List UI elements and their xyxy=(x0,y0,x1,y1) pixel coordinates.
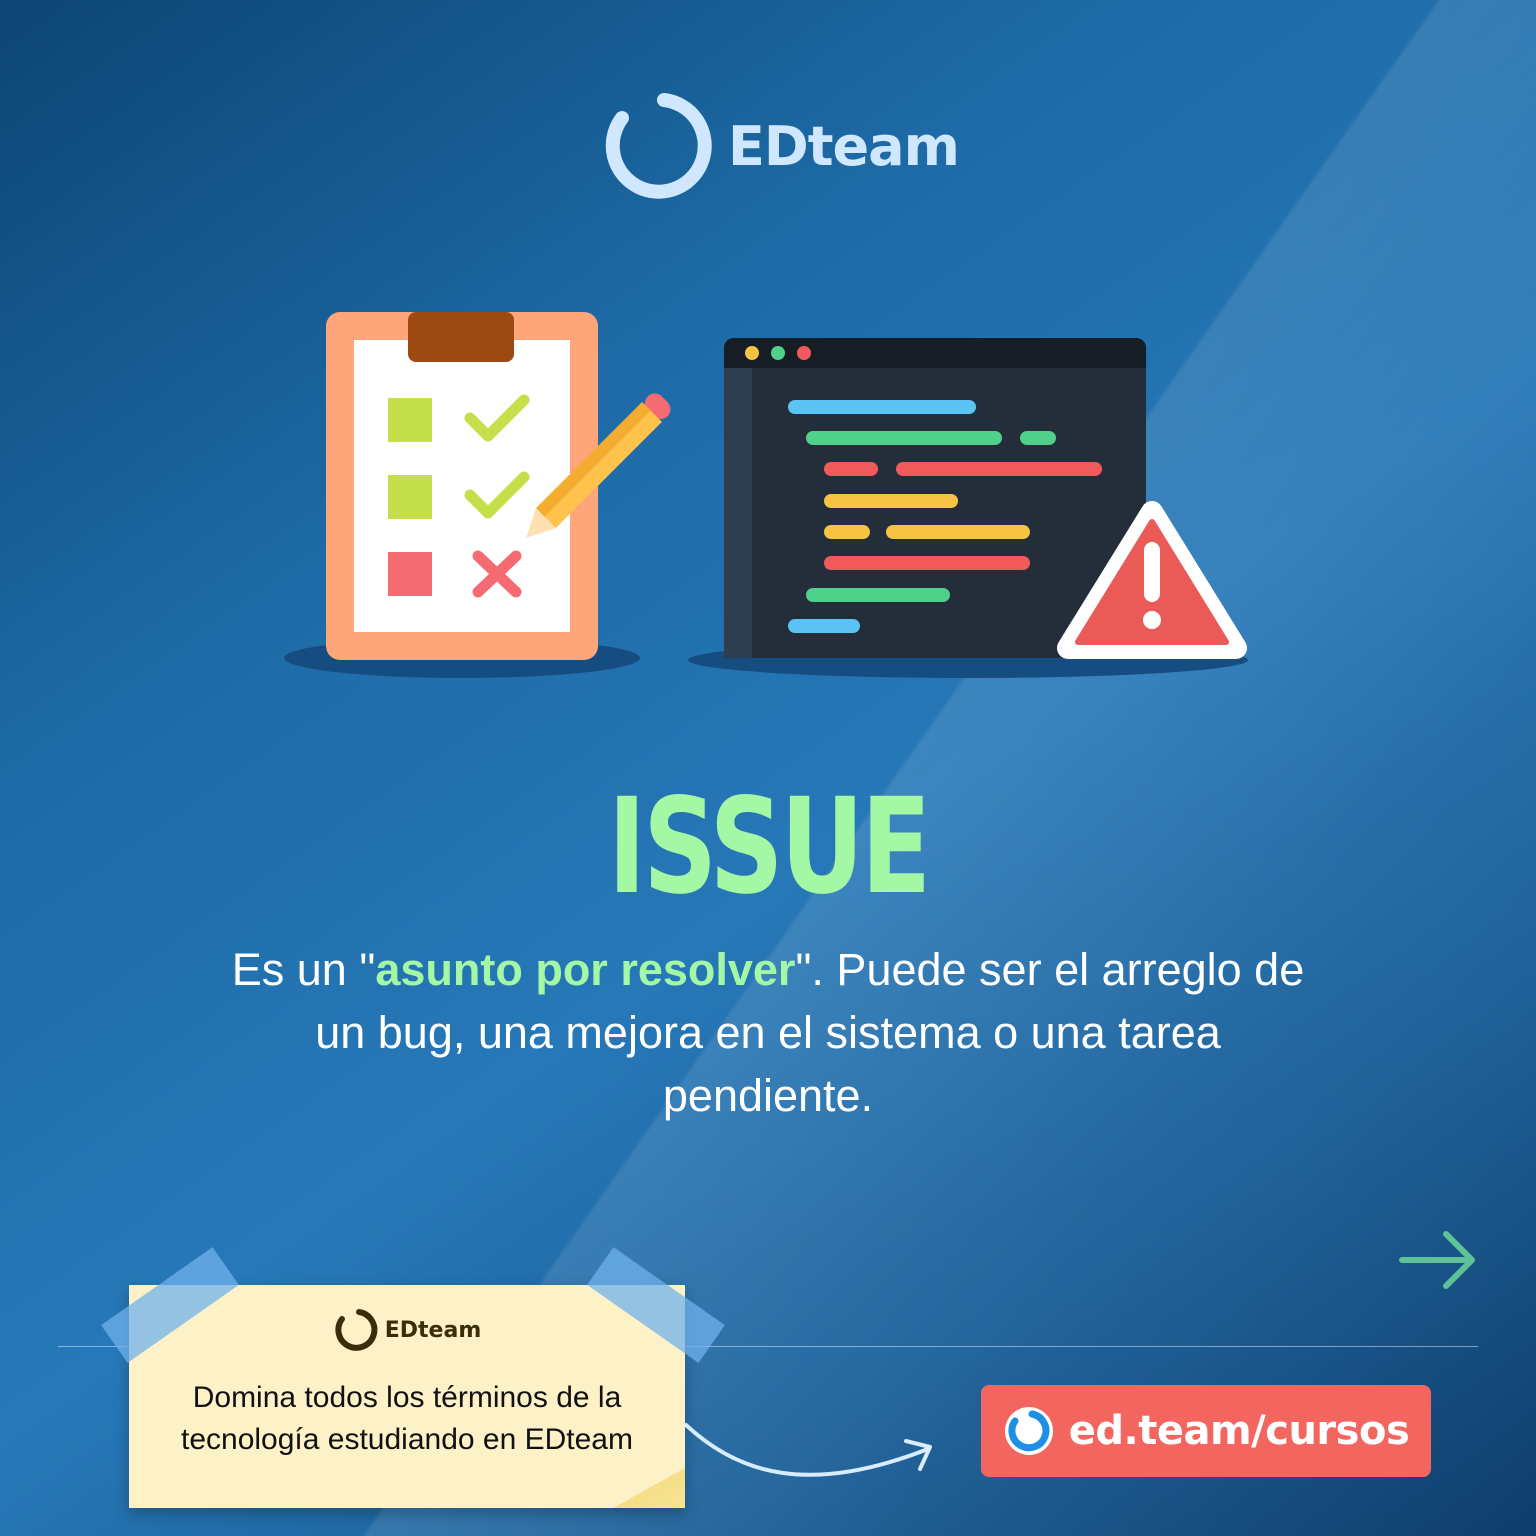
definition-highlight: asunto por resolver xyxy=(375,944,796,995)
arrow-right-icon[interactable] xyxy=(1398,1228,1480,1292)
courses-link-button[interactable]: ed.team/cursos xyxy=(981,1385,1431,1477)
curved-arrow-icon xyxy=(684,1423,932,1477)
definition-prefix: Es un " xyxy=(231,944,376,995)
illustration xyxy=(284,312,1248,678)
note-brand-name: EDteam xyxy=(384,1317,482,1343)
courses-link-label: ed.team/cursos xyxy=(1068,1408,1410,1454)
note-folded-corner xyxy=(613,1468,685,1508)
note-text: Domina todos los términos de la tecnolog… xyxy=(129,1377,685,1461)
edteam-ring-logo-icon xyxy=(1004,1407,1053,1455)
brand-logo: EDteam xyxy=(600,88,960,204)
sticky-note: EDteam Domina todos los términos de la t… xyxy=(129,1285,685,1508)
edteam-ring-logo-icon xyxy=(335,1309,378,1351)
definition-text: Es un "asunto por resolver". Puede ser e… xyxy=(210,938,1326,1127)
brand-name: EDteam xyxy=(728,114,960,178)
note-text-line1: Domina todos los términos de la xyxy=(192,1381,622,1414)
note-text-line2: tecnología estudiando en EDteam xyxy=(181,1423,633,1456)
edteam-ring-logo-icon xyxy=(605,93,712,199)
note-brand-logo: EDteam xyxy=(129,1307,685,1353)
page-title: ISSUE xyxy=(607,770,931,924)
